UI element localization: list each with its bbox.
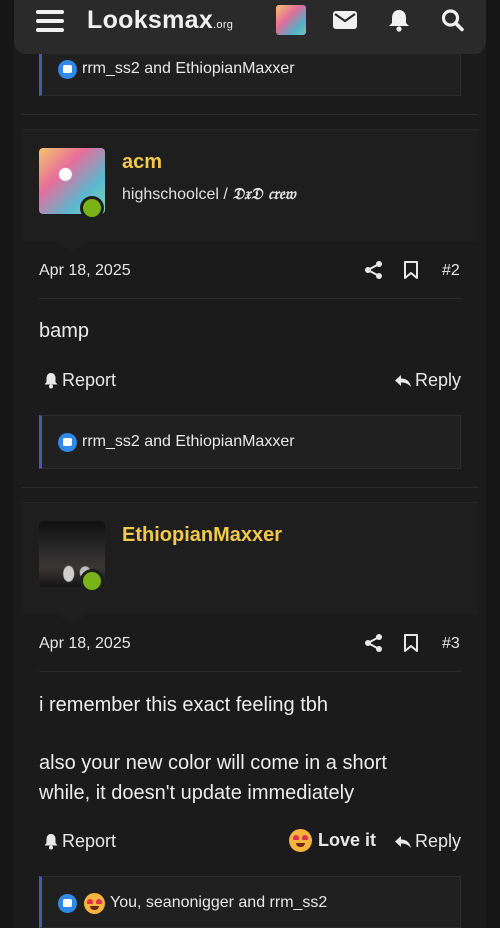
love-it-button[interactable]: Love it bbox=[289, 829, 376, 852]
user-title-styled: 𝔇𝔵𝔇 𝔠𝔯𝔢𝔴 bbox=[232, 184, 296, 203]
report-label: Report bbox=[62, 831, 117, 851]
post-date[interactable]: Apr 18, 2025 bbox=[39, 635, 131, 653]
post-date[interactable]: Apr 18, 2025 bbox=[39, 262, 131, 280]
reply-button[interactable]: Reply bbox=[394, 370, 461, 391]
reactions-text: You, seanonigger and rrm_ss2 bbox=[110, 894, 328, 911]
user-title: highschoolcel / 𝔇𝔵𝔇 𝔠𝔯𝔢𝔴 bbox=[122, 184, 296, 204]
menu-icon[interactable] bbox=[36, 10, 64, 32]
love-reaction-icon bbox=[84, 893, 105, 914]
user-block-notch bbox=[58, 241, 86, 253]
online-indicator bbox=[80, 196, 104, 220]
site-header: Looksmax.org bbox=[14, 0, 486, 54]
like-icon bbox=[58, 894, 77, 913]
reactions-bar[interactable]: You, seanonigger and rrm_ss2 bbox=[39, 876, 461, 928]
username[interactable]: acm bbox=[122, 151, 162, 174]
like-icon bbox=[58, 433, 77, 452]
site-logo[interactable]: Looksmax.org bbox=[87, 6, 233, 35]
reactions-text: rrm_ss2 and EthiopianMaxxer bbox=[82, 60, 295, 77]
mail-icon[interactable] bbox=[332, 8, 358, 32]
online-indicator bbox=[80, 569, 104, 593]
reactions-text: rrm_ss2 and EthiopianMaxxer bbox=[82, 433, 295, 450]
post-divider bbox=[22, 487, 478, 488]
reactions-bar[interactable]: rrm_ss2 and EthiopianMaxxer bbox=[39, 415, 461, 469]
bell-icon[interactable] bbox=[386, 8, 412, 32]
page: Looksmax.org rrm_ss2 and EthiopianMaxxer… bbox=[0, 0, 500, 928]
post-meta-divider bbox=[39, 298, 461, 299]
love-it-label: Love it bbox=[318, 830, 377, 850]
user-block: EthiopianMaxxer bbox=[22, 502, 478, 614]
search-icon[interactable] bbox=[440, 8, 466, 32]
post-divider bbox=[22, 114, 478, 115]
user-title-plain: highschoolcel / bbox=[122, 186, 233, 203]
post-number[interactable]: #2 bbox=[442, 262, 460, 280]
report-button[interactable]: Report bbox=[43, 831, 116, 852]
share-icon[interactable] bbox=[364, 633, 384, 653]
logo-main: Looksmax bbox=[87, 6, 214, 34]
post-body-line: i remember this exact feeling tbh bbox=[39, 694, 329, 716]
report-label: Report bbox=[62, 370, 117, 390]
post-number[interactable]: #3 bbox=[442, 635, 460, 653]
report-button[interactable]: Report bbox=[43, 370, 116, 391]
user-avatar[interactable] bbox=[276, 5, 306, 35]
reply-label: Reply bbox=[415, 370, 462, 390]
bell-icon bbox=[44, 373, 58, 389]
bookmark-icon[interactable] bbox=[401, 633, 421, 653]
logo-suffix: .org bbox=[213, 19, 234, 31]
post-body: bamp bbox=[39, 320, 90, 342]
post-meta-divider bbox=[39, 671, 461, 672]
reply-button[interactable]: Reply bbox=[394, 831, 461, 852]
post-body-line: while, it doesn't update immediately bbox=[39, 782, 355, 804]
username[interactable]: EthiopianMaxxer bbox=[122, 524, 282, 547]
share-icon[interactable] bbox=[364, 260, 384, 280]
love-emoji-icon bbox=[289, 829, 312, 852]
reply-icon bbox=[395, 835, 411, 848]
like-icon bbox=[58, 60, 77, 79]
post-body-line: also your new color will come in a short bbox=[39, 752, 387, 774]
user-block-notch bbox=[58, 614, 86, 626]
reply-label: Reply bbox=[415, 831, 462, 851]
user-block: acm highschoolcel / 𝔇𝔵𝔇 𝔠𝔯𝔢𝔴 bbox=[22, 129, 478, 241]
bell-icon bbox=[44, 834, 58, 850]
reply-icon bbox=[395, 374, 411, 387]
bookmark-icon[interactable] bbox=[401, 260, 421, 280]
